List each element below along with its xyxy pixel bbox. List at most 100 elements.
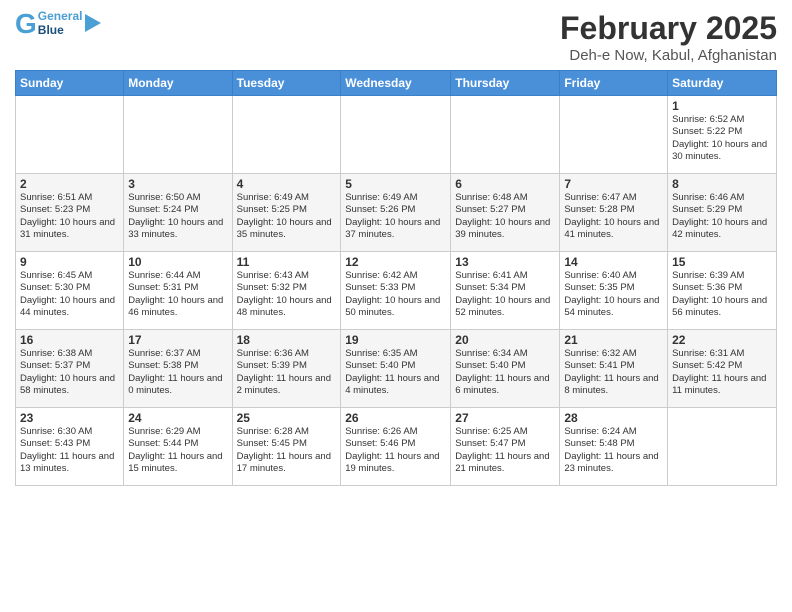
day-info: Sunrise: 6:44 AM [128, 270, 227, 282]
day-info: Sunrise: 6:37 AM [128, 348, 227, 360]
day-cell: 9Sunrise: 6:45 AMSunset: 5:30 PMDaylight… [16, 252, 124, 330]
day-info: Sunrise: 6:36 AM [237, 348, 337, 360]
day-cell [341, 96, 451, 174]
day-number: 26 [345, 411, 446, 425]
day-info: Sunset: 5:33 PM [345, 282, 446, 294]
day-info: Sunrise: 6:32 AM [564, 348, 663, 360]
logo-arrow-icon [85, 14, 101, 37]
day-number: 20 [455, 333, 555, 347]
day-cell: 12Sunrise: 6:42 AMSunset: 5:33 PMDayligh… [341, 252, 451, 330]
day-number: 6 [455, 177, 555, 191]
day-info: Sunrise: 6:42 AM [345, 270, 446, 282]
day-info: Daylight: 11 hours and 8 minutes. [564, 373, 663, 398]
day-cell: 21Sunrise: 6:32 AMSunset: 5:41 PMDayligh… [560, 330, 668, 408]
day-cell: 17Sunrise: 6:37 AMSunset: 5:38 PMDayligh… [124, 330, 232, 408]
day-info: Sunrise: 6:35 AM [345, 348, 446, 360]
week-row-3: 9Sunrise: 6:45 AMSunset: 5:30 PMDaylight… [16, 252, 777, 330]
day-info: Sunset: 5:46 PM [345, 438, 446, 450]
day-cell: 4Sunrise: 6:49 AMSunset: 5:25 PMDaylight… [232, 174, 341, 252]
day-number: 18 [237, 333, 337, 347]
header-friday: Friday [560, 71, 668, 96]
day-cell: 24Sunrise: 6:29 AMSunset: 5:44 PMDayligh… [124, 408, 232, 486]
header-thursday: Thursday [451, 71, 560, 96]
day-cell: 14Sunrise: 6:40 AMSunset: 5:35 PMDayligh… [560, 252, 668, 330]
day-info: Daylight: 11 hours and 17 minutes. [237, 451, 337, 476]
day-info: Daylight: 10 hours and 52 minutes. [455, 295, 555, 320]
day-cell [124, 96, 232, 174]
day-info: Sunset: 5:22 PM [672, 126, 772, 138]
day-info: Sunset: 5:28 PM [564, 204, 663, 216]
day-info: Sunset: 5:39 PM [237, 360, 337, 372]
day-number: 15 [672, 255, 772, 269]
day-number: 7 [564, 177, 663, 191]
day-cell: 1Sunrise: 6:52 AMSunset: 5:22 PMDaylight… [668, 96, 777, 174]
day-info: Sunrise: 6:38 AM [20, 348, 119, 360]
day-number: 2 [20, 177, 119, 191]
day-info: Sunset: 5:29 PM [672, 204, 772, 216]
day-cell: 15Sunrise: 6:39 AMSunset: 5:36 PMDayligh… [668, 252, 777, 330]
day-number: 13 [455, 255, 555, 269]
day-number: 19 [345, 333, 446, 347]
day-info: Sunset: 5:40 PM [345, 360, 446, 372]
day-cell: 25Sunrise: 6:28 AMSunset: 5:45 PMDayligh… [232, 408, 341, 486]
day-info: Sunrise: 6:24 AM [564, 426, 663, 438]
day-info: Daylight: 11 hours and 11 minutes. [672, 373, 772, 398]
header-monday: Monday [124, 71, 232, 96]
day-info: Sunrise: 6:46 AM [672, 192, 772, 204]
day-info: Daylight: 10 hours and 54 minutes. [564, 295, 663, 320]
day-info: Sunset: 5:35 PM [564, 282, 663, 294]
day-info: Sunset: 5:25 PM [237, 204, 337, 216]
day-number: 25 [237, 411, 337, 425]
day-info: Daylight: 11 hours and 21 minutes. [455, 451, 555, 476]
day-cell: 11Sunrise: 6:43 AMSunset: 5:32 PMDayligh… [232, 252, 341, 330]
day-info: Sunrise: 6:47 AM [564, 192, 663, 204]
day-info: Daylight: 11 hours and 13 minutes. [20, 451, 119, 476]
day-info: Daylight: 10 hours and 42 minutes. [672, 217, 772, 242]
day-info: Sunrise: 6:25 AM [455, 426, 555, 438]
day-info: Sunset: 5:47 PM [455, 438, 555, 450]
day-cell: 10Sunrise: 6:44 AMSunset: 5:31 PMDayligh… [124, 252, 232, 330]
day-number: 11 [237, 255, 337, 269]
day-info: Daylight: 11 hours and 15 minutes. [128, 451, 227, 476]
day-info: Daylight: 10 hours and 31 minutes. [20, 217, 119, 242]
logo-general: General [38, 10, 83, 24]
day-number: 5 [345, 177, 446, 191]
day-cell: 2Sunrise: 6:51 AMSunset: 5:23 PMDaylight… [16, 174, 124, 252]
header-tuesday: Tuesday [232, 71, 341, 96]
day-info: Sunrise: 6:39 AM [672, 270, 772, 282]
day-cell: 19Sunrise: 6:35 AMSunset: 5:40 PMDayligh… [341, 330, 451, 408]
week-row-2: 2Sunrise: 6:51 AMSunset: 5:23 PMDaylight… [16, 174, 777, 252]
day-number: 4 [237, 177, 337, 191]
day-number: 14 [564, 255, 663, 269]
day-cell: 27Sunrise: 6:25 AMSunset: 5:47 PMDayligh… [451, 408, 560, 486]
day-info: Sunrise: 6:40 AM [564, 270, 663, 282]
day-cell: 22Sunrise: 6:31 AMSunset: 5:42 PMDayligh… [668, 330, 777, 408]
day-number: 1 [672, 99, 772, 113]
day-info: Sunrise: 6:52 AM [672, 114, 772, 126]
day-info: Daylight: 10 hours and 33 minutes. [128, 217, 227, 242]
day-info: Sunset: 5:31 PM [128, 282, 227, 294]
day-info: Daylight: 11 hours and 6 minutes. [455, 373, 555, 398]
day-info: Daylight: 10 hours and 41 minutes. [564, 217, 663, 242]
header-sunday: Sunday [16, 71, 124, 96]
day-info: Daylight: 11 hours and 19 minutes. [345, 451, 446, 476]
day-number: 9 [20, 255, 119, 269]
day-info: Sunset: 5:36 PM [672, 282, 772, 294]
week-row-1: 1Sunrise: 6:52 AMSunset: 5:22 PMDaylight… [16, 96, 777, 174]
day-number: 12 [345, 255, 446, 269]
day-info: Sunrise: 6:31 AM [672, 348, 772, 360]
day-info: Sunrise: 6:50 AM [128, 192, 227, 204]
day-info: Sunrise: 6:30 AM [20, 426, 119, 438]
day-cell: 18Sunrise: 6:36 AMSunset: 5:39 PMDayligh… [232, 330, 341, 408]
day-info: Sunset: 5:30 PM [20, 282, 119, 294]
day-info: Sunrise: 6:43 AM [237, 270, 337, 282]
day-number: 24 [128, 411, 227, 425]
day-info: Sunrise: 6:28 AM [237, 426, 337, 438]
day-info: Sunset: 5:42 PM [672, 360, 772, 372]
day-number: 23 [20, 411, 119, 425]
day-number: 27 [455, 411, 555, 425]
day-info: Daylight: 10 hours and 46 minutes. [128, 295, 227, 320]
location-title: Deh-e Now, Kabul, Afghanistan [560, 47, 777, 64]
day-number: 16 [20, 333, 119, 347]
logo-text-block: General Blue [38, 10, 83, 38]
